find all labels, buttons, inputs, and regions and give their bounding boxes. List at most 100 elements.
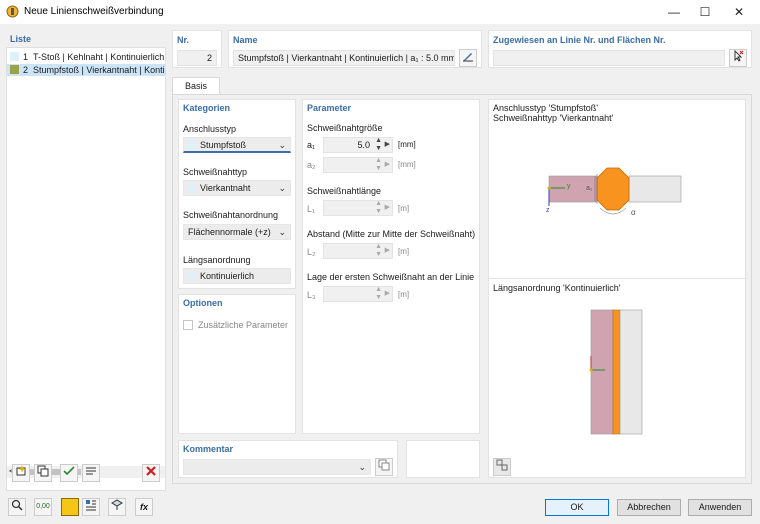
function-icon[interactable]: fx (135, 498, 153, 516)
spin-updown-icon: ▲ ▼ (375, 200, 382, 215)
list-item-selected[interactable]: 2 Stumpfstoß | Vierkantnaht | Kontinuier… (7, 64, 165, 76)
a2-spinner[interactable]: ▲ ▼ ▶ (323, 157, 393, 173)
spin-right-icon: ▶ (384, 204, 390, 211)
kategorien-panel: Kategorien Anschlusstyp Stumpfstoß ⌄ Sch… (178, 99, 296, 289)
spin-right-icon: ▶ (384, 290, 390, 297)
angle-label: α (631, 208, 636, 217)
preview-panel: Anschlusstyp 'Stumpfstoß' Schweißnahttyp… (488, 99, 746, 478)
a1-unit: [mm] (398, 140, 416, 149)
color-swatch (187, 141, 196, 150)
dim-a-label: a₁ (586, 185, 593, 192)
name-label: Name (233, 35, 258, 45)
anordnung-dropdown[interactable]: Flächennormale (+z) ⌄ (183, 224, 291, 240)
apply-button[interactable]: Anwenden (688, 499, 752, 516)
zusatz-checkbox[interactable] (183, 320, 193, 330)
spin-updown-icon: ▲ ▼ (375, 157, 382, 172)
abstand-label: Abstand (Mitte zur Mitte der Schweißnaht… (307, 229, 476, 239)
copy-icon[interactable] (34, 464, 52, 482)
pick-icon[interactable] (729, 49, 747, 67)
kommentar-input[interactable]: ⌄ (183, 459, 371, 475)
window-title: Neue Linienschweißverbindung (24, 6, 164, 17)
l1-spinner[interactable]: ▲ ▼ ▶ (323, 200, 393, 216)
list-item[interactable]: 1 T-Stoß | Kehlnaht | Kontinuierlich (10, 51, 168, 63)
app-icon (6, 5, 19, 18)
l1-label: L₁ (307, 204, 316, 214)
parameter-header: Parameter (307, 103, 352, 113)
parameter-panel: Parameter Schweißnahtgröße a₁ 5.0 ▲ ▼ ▶ [… (302, 99, 480, 434)
continuous-weld-diagram (589, 309, 643, 435)
search-icon[interactable] (8, 498, 26, 516)
zusatz-label: Zusätzliche Parameter (198, 320, 289, 330)
axis-z-label: z (546, 207, 550, 214)
color-swatch (187, 184, 196, 193)
display-icon[interactable] (82, 498, 100, 516)
preview-divider (489, 278, 745, 279)
check-all-icon[interactable] (60, 464, 78, 482)
groesse-label: Schweißnahtgröße (307, 123, 383, 133)
lage-label: Lage der ersten Schweißnaht an der Linie (307, 272, 475, 282)
kommentar-panel: Kommentar ⌄ (178, 440, 398, 478)
l2-label: L₂ (307, 247, 316, 257)
nr-panel: Nr. 2 (172, 30, 222, 68)
l2-spinner[interactable]: ▲ ▼ ▶ (323, 243, 393, 259)
assigned-panel: Zugewiesen an Linie Nr. und Flächen Nr. (488, 30, 752, 68)
empty-panel (406, 440, 480, 478)
kategorien-header: Kategorien (183, 103, 231, 113)
chevron-down-icon: ⌄ (278, 183, 286, 193)
spin-updown-icon[interactable]: ▲ ▼ (375, 137, 382, 153)
color-icon[interactable] (61, 498, 79, 516)
assigned-field[interactable] (493, 50, 725, 66)
assigned-label: Zugewiesen an Linie Nr. und Flächen Nr. (493, 35, 666, 45)
weld-shape (596, 167, 630, 211)
ok-button[interactable]: OK (545, 499, 609, 516)
plate-left-front (590, 309, 614, 435)
butt-joint-diagram (547, 167, 682, 215)
spin-updown-icon: ▲ ▼ (375, 286, 382, 301)
l1-unit: [m] (398, 204, 410, 213)
units-icon[interactable]: 0,00 (34, 498, 52, 516)
title-bar: Neue Linienschweißverbindung — ☐ ✕ (0, 0, 760, 24)
kommentar-label: Kommentar (183, 444, 234, 454)
l3-spinner[interactable]: ▲ ▼ ▶ (323, 286, 393, 302)
preview-line1: Anschlusstyp 'Stumpfstoß' (493, 103, 598, 113)
tab-basis[interactable]: Basis (172, 77, 220, 94)
edit-name-icon[interactable] (459, 49, 477, 67)
kommentar-copy-icon[interactable] (375, 458, 393, 476)
list-header: Liste (10, 34, 32, 44)
list-box[interactable]: 1 T-Stoß | Kehlnaht | Kontinuierlich 2 S… (6, 47, 166, 491)
optionen-panel: Optionen Zusätzliche Parameter (178, 294, 296, 434)
anschluss-label: Anschlusstyp (183, 124, 237, 134)
close-window-button[interactable]: ✕ (722, 2, 756, 22)
preview-line2: Schweißnahttyp 'Vierkantnaht' (493, 113, 614, 123)
l3-unit: [m] (398, 290, 410, 299)
laengs-label: Längsanordnung (183, 255, 251, 265)
spin-updown-icon: ▲ ▼ (375, 243, 382, 258)
nr-field[interactable]: 2 (177, 50, 217, 66)
name-panel: Name Stumpfstoß | Vierkantnaht | Kontinu… (228, 30, 482, 68)
naht-dropdown[interactable]: Vierkantnaht ⌄ (183, 180, 291, 196)
spin-right-icon: ▶ (384, 247, 390, 254)
spin-right-icon: ▶ (384, 161, 390, 168)
list-panel: Liste 1 T-Stoß | Kehlnaht | Kontinuierli… (6, 30, 166, 491)
cancel-button[interactable]: Abbrechen (617, 499, 681, 516)
delete-icon[interactable] (142, 464, 160, 482)
preview-line3: Längsanordnung 'Kontinuierlich' (493, 283, 621, 293)
laenge-label: Schweißnahtlänge (307, 186, 382, 196)
a1-spinner[interactable]: 5.0 ▲ ▼ ▶ (323, 137, 393, 153)
preview-options-icon[interactable] (493, 458, 511, 476)
list-color-swatch (10, 65, 19, 74)
color-swatch (187, 272, 196, 281)
view-icon[interactable] (108, 498, 126, 516)
spin-right-icon[interactable]: ▶ (385, 140, 390, 148)
anschluss-dropdown[interactable]: Stumpfstoß ⌄ (183, 137, 291, 153)
laengs-field[interactable]: Kontinuierlich (183, 268, 291, 284)
l3-label: L₃ (307, 290, 316, 300)
maximize-button[interactable]: ☐ (688, 2, 722, 22)
minimize-button[interactable]: — (657, 2, 691, 22)
a2-label: a₂ (307, 160, 316, 170)
name-field[interactable]: Stumpfstoß | Vierkantnaht | Kontinuierli… (233, 50, 455, 66)
uncheck-icon[interactable] (82, 464, 100, 482)
axis-y-label: y (567, 183, 571, 190)
new-item-icon[interactable] (12, 464, 30, 482)
list-color-swatch (10, 52, 19, 61)
